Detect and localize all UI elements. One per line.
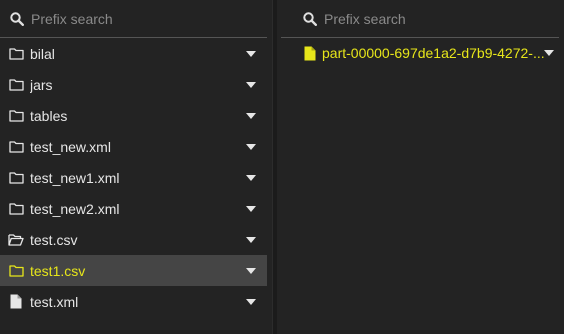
- folder-search-input[interactable]: [31, 10, 267, 27]
- file-icon: [302, 45, 318, 61]
- file-search-input[interactable]: [324, 10, 559, 27]
- folder-search-bar: [0, 0, 267, 38]
- folder-row-label: test.csv: [30, 231, 78, 248]
- folder-row-test-new1-xml[interactable]: test_new1.xml: [0, 162, 267, 193]
- folder-icon: [8, 139, 24, 155]
- folder-row-label: test1.csv: [30, 262, 86, 279]
- folder-row-test-new2-xml[interactable]: test_new2.xml: [0, 193, 267, 224]
- folder-list: bilal jars tables test_new.xml test_new1…: [0, 38, 267, 317]
- chevron-down-icon[interactable]: [245, 50, 257, 58]
- folder-icon: [8, 201, 24, 217]
- folder-row-label: test_new1.xml: [30, 169, 120, 186]
- chevron-down-icon[interactable]: [245, 205, 257, 213]
- chevron-down-icon[interactable]: [245, 143, 257, 151]
- folder-row-label: test_new2.xml: [30, 200, 120, 217]
- folder-row-jars[interactable]: jars: [0, 69, 267, 100]
- chevron-down-icon[interactable]: [245, 81, 257, 89]
- chevron-down-icon[interactable]: [245, 298, 257, 306]
- search-icon: [301, 10, 319, 28]
- file-pane: part-00000-697de1a2-d7b9-4272-...: [277, 0, 564, 334]
- file-search-bar: [281, 0, 559, 38]
- folder-row-label: jars: [30, 76, 53, 93]
- chevron-down-icon[interactable]: [245, 174, 257, 182]
- file-browser: bilal jars tables: [0, 0, 564, 334]
- folder-icon: [8, 46, 24, 62]
- file-row-test-xml[interactable]: test.xml: [0, 286, 267, 317]
- file-icon: [8, 294, 24, 310]
- file-list: part-00000-697de1a2-d7b9-4272-...: [277, 38, 564, 68]
- folder-row-label: tables: [30, 107, 68, 124]
- folder-pane: bilal jars tables: [0, 0, 267, 334]
- chevron-down-icon[interactable]: [245, 236, 257, 244]
- folder-row-test-new-xml[interactable]: test_new.xml: [0, 131, 267, 162]
- file-row-label: test.xml: [30, 293, 79, 310]
- chevron-down-icon[interactable]: [245, 267, 257, 275]
- folder-row-label: bilal: [30, 45, 55, 62]
- folder-row-test1-csv[interactable]: test1.csv: [0, 255, 267, 286]
- file-row-label: part-00000-697de1a2-d7b9-4272-...: [322, 45, 545, 61]
- folder-icon: [8, 170, 24, 186]
- file-row-part-00000[interactable]: part-00000-697de1a2-d7b9-4272-...: [277, 38, 564, 68]
- folder-icon: [8, 77, 24, 93]
- folder-row-test-csv[interactable]: test.csv: [0, 224, 267, 255]
- folder-row-tables[interactable]: tables: [0, 100, 267, 131]
- chevron-down-icon[interactable]: [543, 49, 555, 57]
- folder-row-bilal[interactable]: bilal: [0, 38, 267, 69]
- folder-row-label: test_new.xml: [30, 138, 111, 155]
- folder-open-icon: [8, 232, 24, 248]
- folder-icon: [8, 263, 24, 279]
- search-icon: [8, 10, 26, 28]
- chevron-down-icon[interactable]: [245, 112, 257, 120]
- folder-icon: [8, 108, 24, 124]
